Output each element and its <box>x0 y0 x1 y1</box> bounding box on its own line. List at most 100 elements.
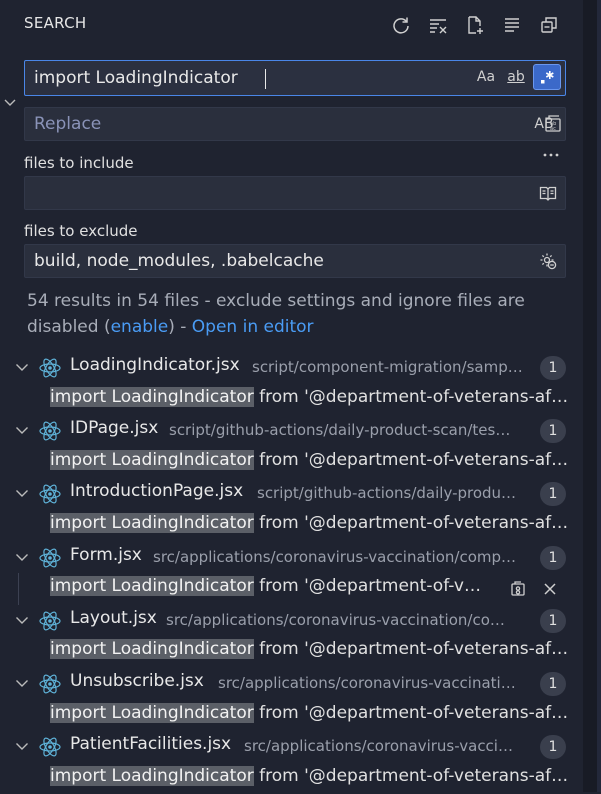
new-search-editor-icon[interactable] <box>462 12 488 38</box>
match-count-badge: 1 <box>540 356 566 380</box>
clear-results-icon[interactable] <box>425 12 451 38</box>
search-options: Aa ab <box>473 64 561 90</box>
react-file-icon <box>38 419 62 443</box>
result-match-row[interactable]: import LoadingIndicator from '@departmen… <box>0 447 583 479</box>
include-label: files to include <box>24 154 134 172</box>
enable-link[interactable]: enable <box>111 317 169 337</box>
editor-edge-sliver <box>597 0 601 792</box>
result-file-path: script/component-migration/samp… <box>252 358 523 376</box>
result-file-row[interactable]: Unsubscribe.jsx src/applications/coronavi… <box>0 668 583 700</box>
result-match-row[interactable]: import LoadingIndicator from '@departmen… <box>0 636 583 668</box>
result-file-row[interactable]: IntroductionPage.jsx script/github-action… <box>0 478 583 510</box>
include-field <box>24 176 566 210</box>
react-file-icon <box>38 482 62 506</box>
match-text: import LoadingIndicator from '@departmen… <box>50 449 583 470</box>
match-case-toggle[interactable]: Aa <box>473 64 499 90</box>
replace-input[interactable] <box>34 108 454 140</box>
react-file-icon <box>38 735 62 759</box>
match-highlight: import LoadingIndicator <box>50 386 254 407</box>
match-count-badge: 1 <box>540 482 566 507</box>
search-panel: SEARCH Aa ab <box>0 0 583 792</box>
chevron-down-icon[interactable] <box>13 674 31 692</box>
match-text: import LoadingIndicator from '@departmen… <box>50 576 495 597</box>
regex-toggle-icon[interactable] <box>533 64 561 90</box>
toggle-replace-chevron-icon[interactable] <box>0 92 20 112</box>
match-highlight: import LoadingIndicator <box>50 449 254 470</box>
match-text: import LoadingIndicator from '@departmen… <box>50 639 583 660</box>
chevron-down-icon[interactable] <box>13 548 31 566</box>
collapse-all-icon[interactable] <box>536 12 562 38</box>
exclude-field <box>24 244 566 278</box>
match-context: from '@department-of-veterans-af… <box>253 765 569 786</box>
replace-icon[interactable] <box>506 577 530 601</box>
match-highlight: import LoadingIndicator <box>50 512 254 533</box>
result-file-name: Unsubscribe.jsx <box>70 670 204 691</box>
tree-indent-guide <box>18 573 19 605</box>
result-file-path: src/applications/coronavirus-vaccinati… <box>218 673 516 692</box>
match-count-badge: 1 <box>540 545 566 570</box>
exclude-options <box>535 248 561 274</box>
chevron-down-icon[interactable] <box>13 484 31 502</box>
result-match-row[interactable]: import LoadingIndicator from '@departmen… <box>0 700 583 732</box>
result-file-row[interactable]: LoadingIndicator.jsx script/component-mig… <box>0 352 583 384</box>
result-file-path: src/applications/coronavirus-vaccination… <box>166 610 505 629</box>
match-count-badge: 1 <box>540 735 566 760</box>
view-as-tree-icon[interactable] <box>499 12 525 38</box>
search-input[interactable] <box>34 61 454 95</box>
match-context: from '@department-of-v… <box>253 576 481 597</box>
chevron-down-icon[interactable] <box>13 421 31 439</box>
whole-word-toggle[interactable]: ab <box>501 64 531 90</box>
summary-separator: ) - <box>168 317 192 337</box>
react-file-icon <box>38 546 62 570</box>
result-file-row[interactable]: Layout.jsx src/applications/coronavirus-v… <box>0 605 583 637</box>
result-match-row[interactable]: import LoadingIndicator from '@departmen… <box>0 510 583 542</box>
result-file-path: script/github-actions/daily-produ… <box>257 484 517 503</box>
match-count-badge: 1 <box>540 671 566 696</box>
results-tree: LoadingIndicator.jsx script/component-mig… <box>0 352 583 794</box>
match-highlight: import LoadingIndicator <box>50 765 254 786</box>
search-field: Aa ab <box>24 60 566 96</box>
match-highlight: import LoadingIndicator <box>50 702 254 723</box>
result-file-name: PatientFacilities.jsx <box>70 734 232 755</box>
include-options <box>535 180 561 206</box>
match-count-badge: 1 <box>540 419 566 444</box>
exclude-label: files to exclude <box>24 222 138 240</box>
chevron-down-icon[interactable] <box>13 358 31 376</box>
text-caret <box>265 69 266 89</box>
match-context: from '@department-of-veterans-af… <box>253 512 569 533</box>
match-context: from '@department-of-veterans-af… <box>253 449 569 470</box>
chevron-down-icon[interactable] <box>13 737 31 755</box>
dismiss-icon[interactable] <box>538 577 562 601</box>
chevron-down-icon[interactable] <box>13 611 31 629</box>
replace-field: AB <box>24 107 566 141</box>
exclude-input[interactable] <box>34 245 454 277</box>
result-file-row[interactable]: IDPage.jsx script/github-actions/daily-pr… <box>0 415 583 447</box>
match-text: import LoadingIndicator from '@departmen… <box>50 512 583 533</box>
result-match-row[interactable]: import LoadingIndicator from '@departmen… <box>0 763 583 794</box>
search-toolbar <box>388 12 562 38</box>
result-file-name: LoadingIndicator.jsx <box>70 355 240 375</box>
match-context: from '@department-of-veterans-af… <box>253 386 569 407</box>
result-match-row[interactable]: import LoadingIndicator from '@departmen… <box>0 573 583 605</box>
refresh-icon[interactable] <box>388 12 414 38</box>
result-file-row[interactable]: PatientFacilities.jsx src/applications/co… <box>0 731 583 763</box>
replace-all-icon[interactable]: ab ac <box>540 111 566 137</box>
result-file-row[interactable]: Form.jsx src/applications/coronavirus-vac… <box>0 542 583 574</box>
match-context: from '@department-of-veterans-af… <box>253 639 569 660</box>
react-file-icon <box>38 672 62 696</box>
search-open-editors-icon[interactable] <box>535 180 561 206</box>
panel-title: SEARCH <box>24 14 87 32</box>
result-file-path: src/applications/coronavirus-vaccination… <box>153 547 517 566</box>
react-file-icon <box>38 609 62 633</box>
match-case-label: Aa <box>476 69 496 85</box>
result-file-name: IntroductionPage.jsx <box>70 481 244 502</box>
result-file-path: script/github-actions/daily-product-scan… <box>169 421 511 440</box>
include-input[interactable] <box>34 177 454 209</box>
result-file-path: src/applications/coronavirus-vacci… <box>244 737 513 756</box>
whole-word-label: ab <box>507 69 525 85</box>
result-match-row[interactable]: import LoadingIndicator from '@departmen… <box>0 384 583 416</box>
toggle-search-details-icon[interactable] <box>538 142 564 168</box>
match-count-badge: 1 <box>540 608 566 633</box>
use-exclude-settings-icon[interactable] <box>535 248 561 274</box>
open-in-editor-link[interactable]: Open in editor <box>192 317 314 337</box>
